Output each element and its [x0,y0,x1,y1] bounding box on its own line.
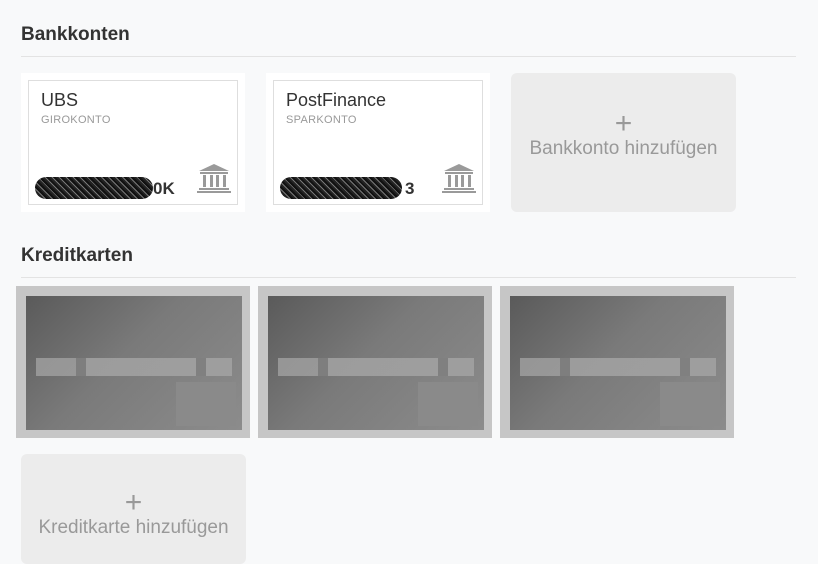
credit-card-image [510,296,726,430]
add-bank-account-label: Bankkonto hinzufügen [529,138,718,159]
bank-accounts-title: Bankkonten [21,24,130,45]
bank-accounts-divider [21,56,796,57]
credit-cards-divider [21,277,796,278]
redacted-card-detail [418,382,478,426]
account-number-tail: 3 [405,179,415,198]
redacted-card-detail [660,382,720,426]
credit-cards-title: Kreditkarten [21,245,133,266]
credit-card-item[interactable] [16,286,250,438]
redacted-card-number [36,358,232,376]
redacted-account-number [280,177,402,199]
bank-account-type: SPARKONTO [286,114,357,126]
account-number-tail: 0K [153,179,175,198]
redacted-card-number [520,358,716,376]
bank-account-card-ubs[interactable]: UBS GIROKONTO 0K [21,73,245,212]
bank-account-name: PostFinance [286,90,387,110]
redacted-card-detail [176,382,236,426]
bank-account-type: GIROKONTO [41,114,111,126]
redacted-card-number [278,358,474,376]
add-credit-card-label: Kreditkarte hinzufügen [38,517,229,538]
bank-account-name: UBS [41,90,79,110]
credit-card-item[interactable] [500,286,734,438]
add-bank-account-button[interactable]: + Bankkonto hinzufügen [511,73,736,212]
add-credit-card-button[interactable]: + Kreditkarte hinzufügen [21,454,246,564]
plus-icon: + [124,486,143,519]
credit-card-item[interactable] [258,286,492,438]
plus-icon: + [614,107,633,140]
bank-building-icon [197,163,231,198]
credit-card-image [26,296,242,430]
redacted-account-number [35,177,153,199]
bank-account-card-postfinance[interactable]: PostFinance SPARKONTO 3 [266,73,490,212]
credit-card-image [268,296,484,430]
bank-building-icon [442,163,476,198]
